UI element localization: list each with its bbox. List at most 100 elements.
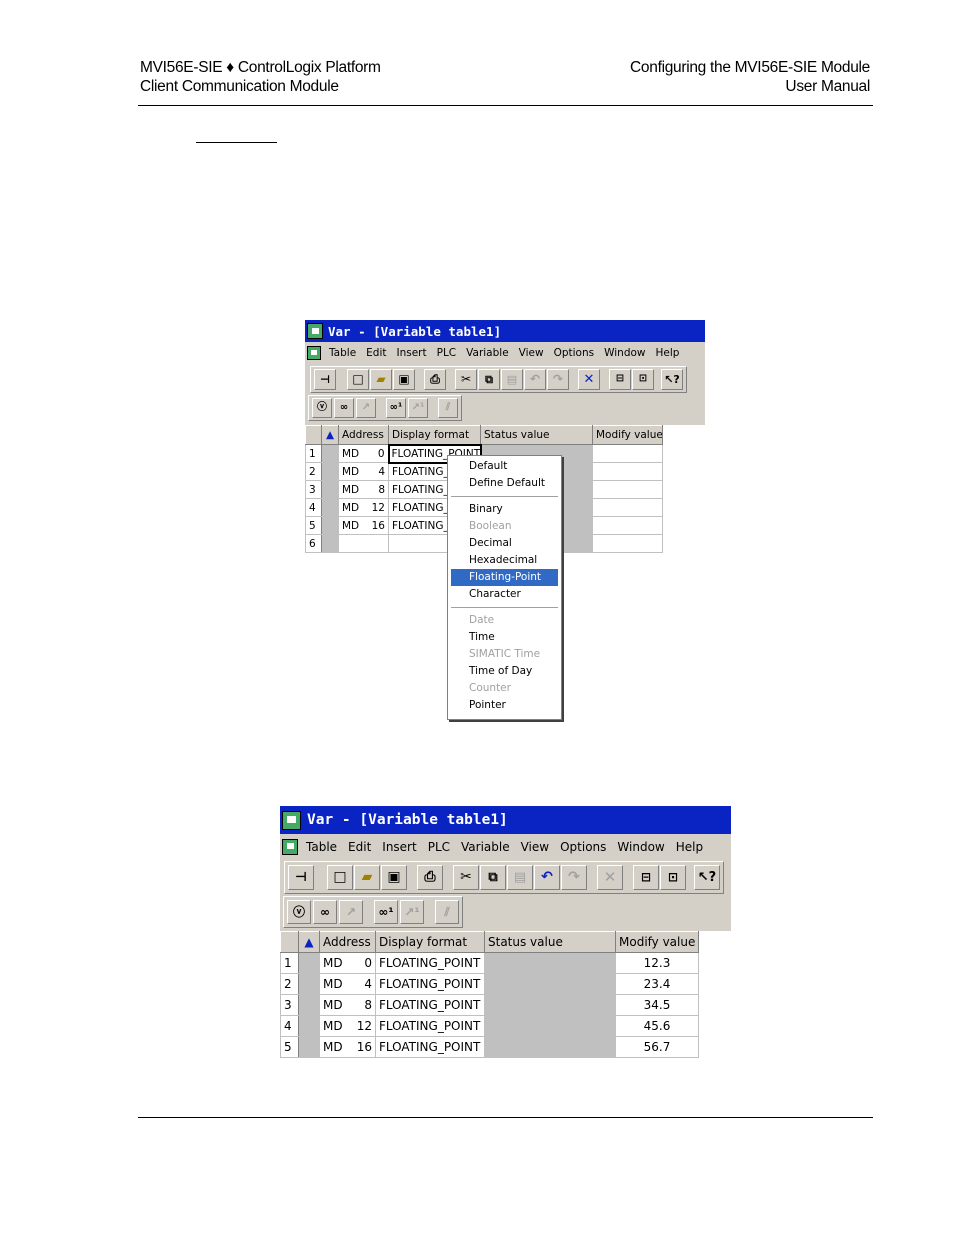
modify-once-icon[interactable]: ↗¹ <box>400 900 424 924</box>
save-icon[interactable]: ▣ <box>381 864 407 890</box>
row-number[interactable]: 3 <box>280 994 299 1016</box>
row-number[interactable]: 5 <box>280 1036 299 1058</box>
modify-value-cell[interactable]: 12.3 <box>615 952 699 974</box>
connection-icon[interactable]: ⊡ <box>632 368 654 390</box>
online-icon[interactable]: ⊟ <box>609 368 631 390</box>
monitor-icon[interactable]: ⓥ <box>312 398 332 418</box>
address-cell[interactable]: MD 16 <box>338 516 389 535</box>
modify-value-cell[interactable] <box>592 534 663 553</box>
menu-item-default[interactable]: Default <box>451 458 558 475</box>
address-cell[interactable] <box>338 534 389 553</box>
menu-item-time-of-day[interactable]: Time of Day <box>451 663 558 680</box>
menu-view[interactable]: View <box>519 347 544 359</box>
address-cell[interactable]: MD 8 <box>338 480 389 499</box>
menu-item-character[interactable]: Character <box>451 586 558 603</box>
monitor-once-icon[interactable]: ∞¹ <box>386 398 406 418</box>
modify-value-cell[interactable] <box>592 480 663 499</box>
address-cell[interactable]: MD 4 <box>319 973 376 995</box>
doc-icon[interactable] <box>307 346 321 360</box>
table-row[interactable]: 2 MD 4 FLOATING_POINT 23.4 <box>280 973 699 995</box>
new-icon[interactable]: □ <box>327 864 353 890</box>
col-status-value[interactable]: Status value <box>484 931 616 953</box>
row-number[interactable]: 4 <box>305 498 322 517</box>
col-status-value[interactable]: Status value <box>480 425 593 445</box>
menu-table[interactable]: Table <box>306 840 337 854</box>
menu-item-counter[interactable]: Counter <box>451 680 558 697</box>
menu-item-floating-point[interactable]: Floating-Point <box>451 569 558 586</box>
pin-icon[interactable]: ⊣ <box>314 368 336 390</box>
table-row[interactable]: 3 MD 8 FLOATING_POINT 34.5 <box>280 994 699 1016</box>
delete-icon[interactable]: ✕ <box>597 864 623 890</box>
col-modify-value[interactable]: Modify value <box>592 425 663 445</box>
cut-icon[interactable]: ✂ <box>455 368 477 390</box>
modify-value-cell[interactable]: 56.7 <box>615 1036 699 1058</box>
menu-options[interactable]: Options <box>560 840 606 854</box>
menu-item-date[interactable]: Date <box>451 612 558 629</box>
modify-once-icon[interactable]: ↗¹ <box>408 398 428 418</box>
address-cell[interactable]: MD 12 <box>319 1015 376 1037</box>
row-number[interactable]: 2 <box>305 462 322 481</box>
menu-variable[interactable]: Variable <box>461 840 510 854</box>
row-symbol-cell[interactable] <box>298 1015 320 1037</box>
row-symbol-cell[interactable] <box>321 534 339 553</box>
menu-item-boolean[interactable]: Boolean <box>451 518 558 535</box>
table-row[interactable]: 1 MD 0 FLOATING_POINT 12.3 <box>280 952 699 974</box>
table-row[interactable]: 4 MD 12 FLOATING_POINT 45.6 <box>280 1015 699 1037</box>
copy-icon[interactable]: ⧉ <box>478 368 500 390</box>
address-cell[interactable]: MD 12 <box>338 498 389 517</box>
connection-icon[interactable]: ⊡ <box>660 864 686 890</box>
address-cell[interactable]: MD 4 <box>338 462 389 481</box>
modify-value-cell[interactable] <box>592 516 663 535</box>
menu-item-hexadecimal[interactable]: Hexadecimal <box>451 552 558 569</box>
undo-icon[interactable]: ↶ <box>524 368 546 390</box>
col-modify-value[interactable]: Modify value <box>615 931 699 953</box>
copy-icon[interactable]: ⧉ <box>480 864 506 890</box>
menu-variable[interactable]: Variable <box>466 347 509 359</box>
modify-value-cell[interactable]: 23.4 <box>615 973 699 995</box>
symbol-header-icon[interactable]: ▲ <box>321 425 339 445</box>
modify-icon[interactable]: ∞ <box>313 900 337 924</box>
menu-item-time[interactable]: Time <box>451 629 558 646</box>
row-symbol-cell[interactable] <box>298 952 320 974</box>
undo-icon[interactable]: ↶ <box>534 864 560 890</box>
row-number[interactable]: 1 <box>280 952 299 974</box>
row-symbol-cell[interactable] <box>321 444 339 463</box>
menu-plc[interactable]: PLC <box>428 840 450 854</box>
address-cell[interactable]: MD 8 <box>319 994 376 1016</box>
display-format-cell[interactable]: FLOATING_POINT <box>375 952 485 974</box>
menu-help[interactable]: Help <box>676 840 703 854</box>
row-number[interactable]: 2 <box>280 973 299 995</box>
print-icon[interactable]: ⎙ <box>417 864 443 890</box>
trigger-icon[interactable]: ↗ <box>356 398 376 418</box>
menu-help[interactable]: Help <box>656 347 680 359</box>
redo-icon[interactable]: ↷ <box>547 368 569 390</box>
row-symbol-cell[interactable] <box>321 462 339 481</box>
modify-value-cell[interactable] <box>592 444 663 463</box>
menu-item-binary[interactable]: Binary <box>451 501 558 518</box>
online-icon[interactable]: ⊟ <box>633 864 659 890</box>
menu-item-define-default[interactable]: Define Default <box>451 475 558 492</box>
redo-icon[interactable]: ↷ <box>561 864 587 890</box>
address-cell[interactable]: MD 0 <box>319 952 376 974</box>
delete-icon[interactable]: ✕ <box>578 368 600 390</box>
print-icon[interactable]: ⎙ <box>424 368 446 390</box>
display-format-cell[interactable]: FLOATING_POINT <box>375 1015 485 1037</box>
menu-table[interactable]: Table <box>329 347 356 359</box>
menu-item-pointer[interactable]: Pointer <box>451 697 558 714</box>
row-symbol-cell[interactable] <box>298 973 320 995</box>
menu-insert[interactable]: Insert <box>382 840 416 854</box>
row-symbol-cell[interactable] <box>298 1036 320 1058</box>
help-pointer-icon[interactable]: ↖? <box>661 368 683 390</box>
menu-options[interactable]: Options <box>554 347 595 359</box>
table-row[interactable]: 5 MD 16 FLOATING_POINT 56.7 <box>280 1036 699 1058</box>
col-address[interactable]: Address <box>319 931 376 953</box>
force-icon[interactable]: ⫽ <box>435 900 459 924</box>
monitor-icon[interactable]: ⓥ <box>287 900 311 924</box>
monitor-once-icon[interactable]: ∞¹ <box>374 900 398 924</box>
menu-edit[interactable]: Edit <box>366 347 386 359</box>
menu-window[interactable]: Window <box>617 840 664 854</box>
display-format-cell[interactable]: FLOATING_POINT <box>375 994 485 1016</box>
save-icon[interactable]: ▣ <box>393 368 415 390</box>
cut-icon[interactable]: ✂ <box>453 864 479 890</box>
modify-value-cell[interactable]: 34.5 <box>615 994 699 1016</box>
